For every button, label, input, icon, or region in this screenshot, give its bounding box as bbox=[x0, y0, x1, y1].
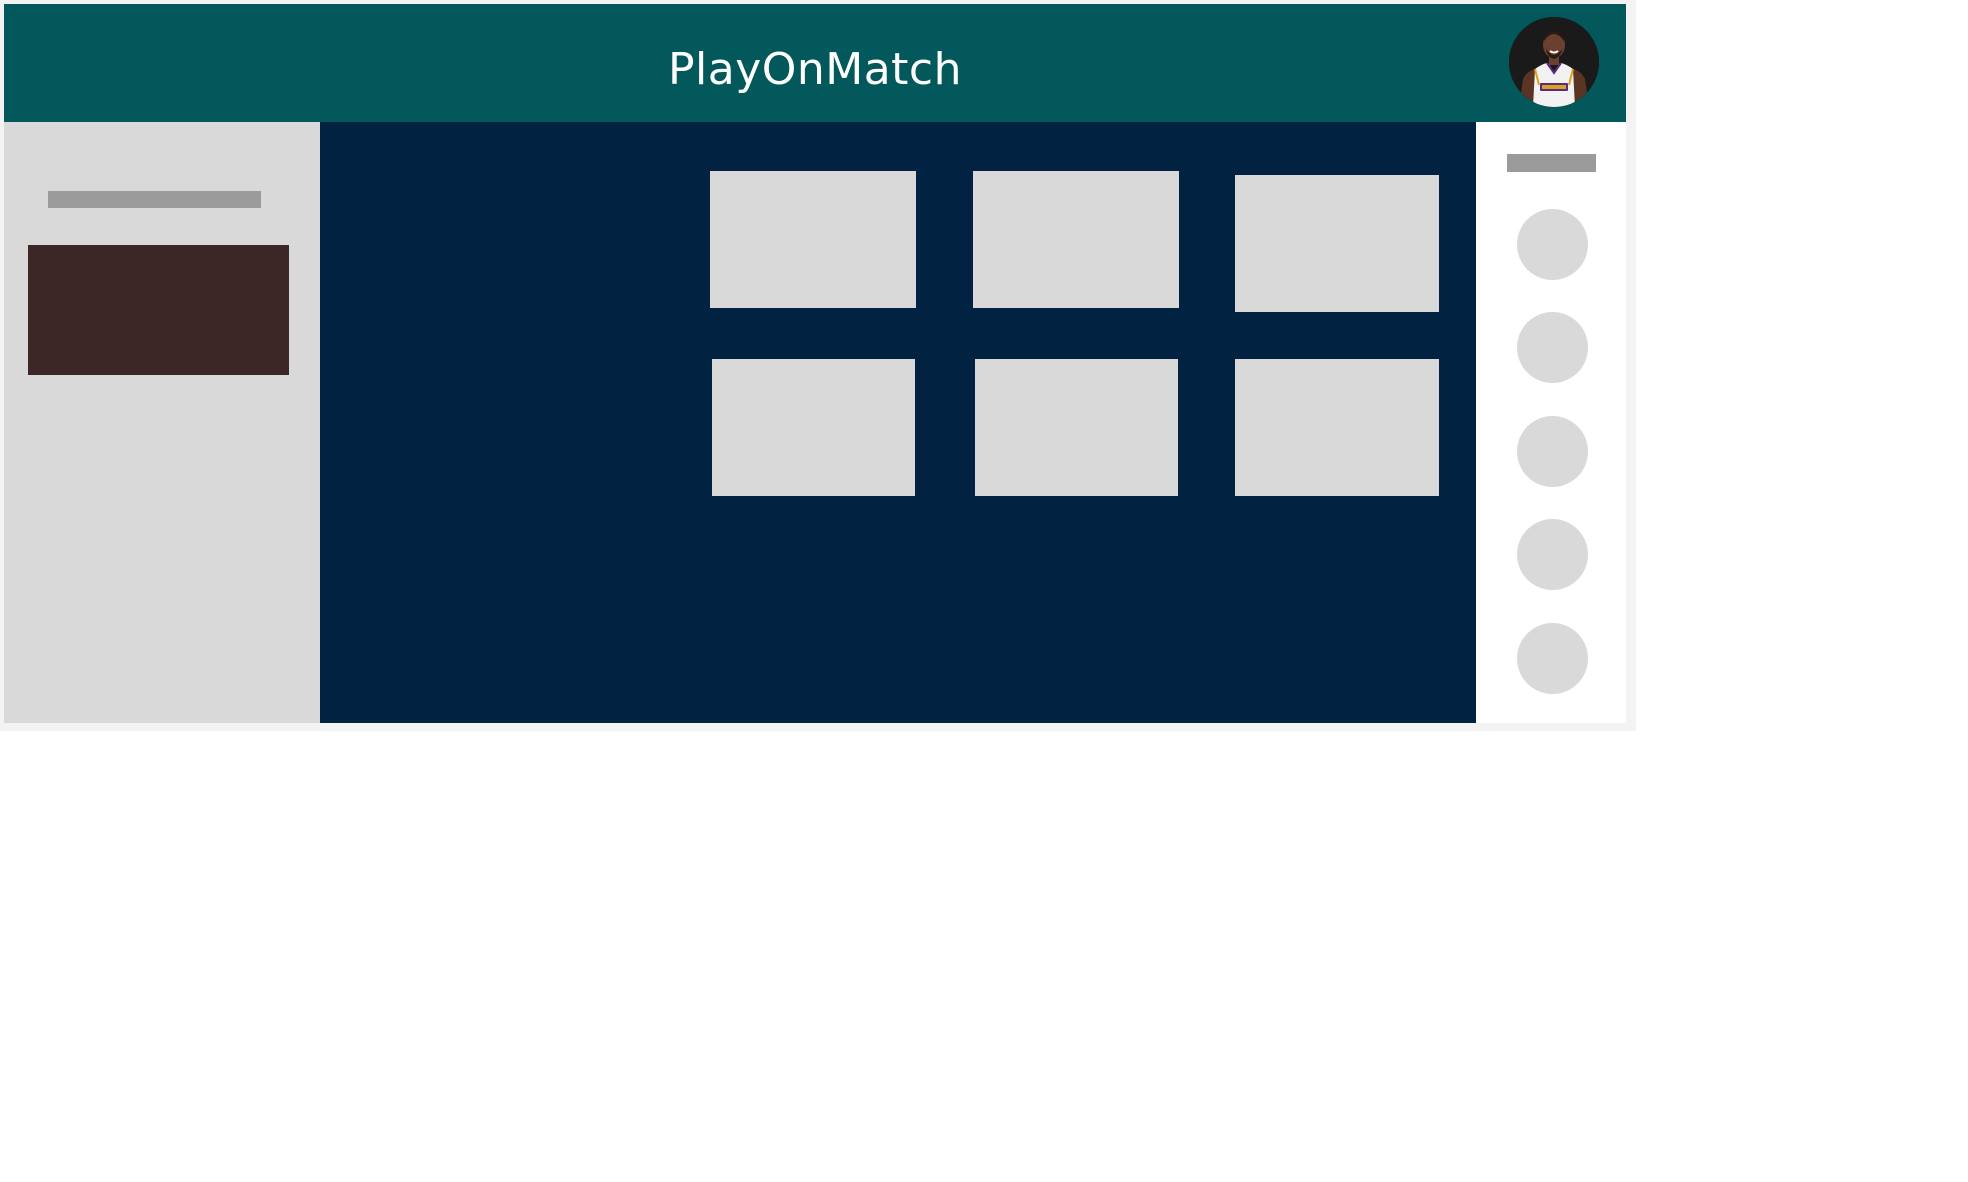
right-sidebar bbox=[1476, 122, 1626, 723]
player-avatar-placeholder[interactable] bbox=[1517, 416, 1588, 487]
match-tile[interactable] bbox=[973, 171, 1179, 308]
match-tile[interactable] bbox=[975, 359, 1178, 496]
match-tile[interactable] bbox=[710, 171, 916, 308]
match-tile[interactable] bbox=[712, 359, 915, 496]
player-avatar-placeholder[interactable] bbox=[1517, 519, 1588, 590]
top-header: PlayOnMatch bbox=[4, 4, 1626, 122]
app-window: PlayOnMatch bbox=[0, 0, 1636, 731]
player-avatar-placeholder[interactable] bbox=[1517, 312, 1588, 383]
main-content bbox=[320, 122, 1476, 723]
player-avatar-placeholder[interactable] bbox=[1517, 209, 1588, 280]
sidebar-title-placeholder bbox=[48, 191, 261, 208]
user-avatar-icon[interactable] bbox=[1509, 17, 1599, 107]
match-tile[interactable] bbox=[1235, 359, 1439, 496]
right-sidebar-title-placeholder bbox=[1507, 154, 1596, 172]
app-title: PlayOnMatch bbox=[667, 44, 963, 95]
match-tile[interactable] bbox=[1235, 175, 1439, 312]
player-avatar-placeholder[interactable] bbox=[1517, 623, 1588, 694]
avatar-image bbox=[1509, 17, 1599, 107]
sidebar-featured-card[interactable] bbox=[28, 245, 289, 375]
left-sidebar bbox=[4, 122, 320, 723]
